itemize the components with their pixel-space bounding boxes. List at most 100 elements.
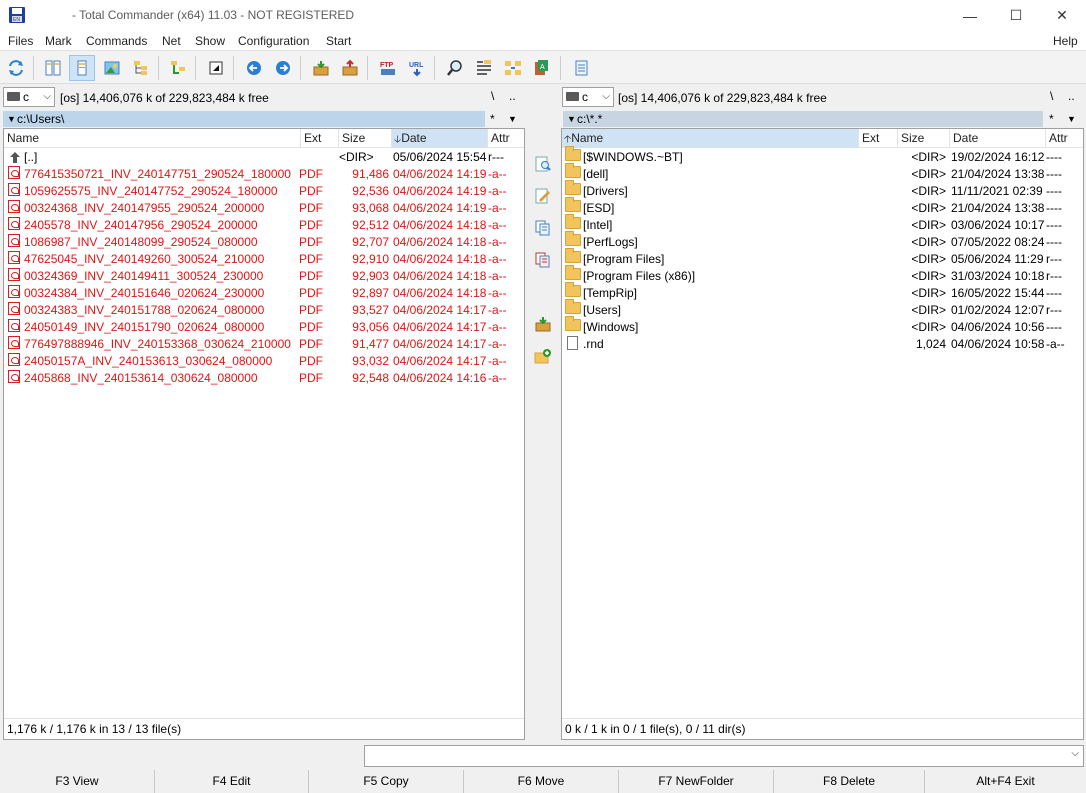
menu-commands[interactable]: Commands — [86, 34, 147, 48]
folder-row[interactable]: [$WINDOWS.~BT] <DIR> 19/02/2024 16:12 ---- — [562, 146, 1083, 166]
left-filter-button[interactable]: * — [490, 111, 495, 127]
folder-row[interactable]: [dell] <DIR> 21/04/2024 13:38 ---- — [562, 163, 1083, 183]
right-drive-select[interactable]: c ⌵ — [562, 87, 614, 107]
folder-row[interactable]: [Intel] <DIR> 03/06/2024 10:17 ---- — [562, 214, 1083, 234]
file-row[interactable]: .rnd 1,024 04/06/2024 10:58 -a-- — [562, 336, 1083, 353]
file-row[interactable]: 47625045_INV_240149260_300524_210000 PDF 9… — [4, 251, 524, 268]
col-date[interactable]: 🡣Date — [392, 129, 488, 148]
edit-file-icon[interactable] — [533, 186, 553, 206]
right-path-bar[interactable]: ▼ c:\*.* — [563, 111, 1043, 127]
file-date: 04/06/2024 14:16 — [393, 371, 487, 385]
forward-icon[interactable] — [270, 55, 296, 81]
right-file-panel[interactable]: 🡡Name Ext Size Date Attr [$WINDOWS.~BT] <… — [561, 128, 1084, 740]
left-root-button[interactable]: \ — [491, 89, 494, 103]
pack-files-icon[interactable] — [533, 314, 553, 334]
move-file-icon[interactable] — [533, 250, 553, 270]
f7-newfolder-button[interactable]: F7 NewFolder — [619, 770, 774, 793]
command-line-input[interactable]: ⌵ — [364, 745, 1084, 767]
view-file-icon[interactable] — [533, 154, 553, 174]
left-up-button[interactable]: .. — [509, 89, 516, 103]
f6-move-button[interactable]: F6 Move — [464, 770, 619, 793]
folder-row[interactable]: [Windows] <DIR> 04/06/2024 10:56 ---- — [562, 316, 1083, 336]
menu-configuration[interactable]: Configuration — [238, 34, 309, 48]
left-hotlist-button[interactable]: ▼ — [508, 111, 517, 127]
menu-files[interactable]: Files — [8, 34, 33, 48]
file-row[interactable]: 1086987_INV_240148099_290524_080000 PDF 92… — [4, 234, 524, 251]
file-row[interactable]: 00324384_INV_240151646_020624_230000 PDF 9… — [4, 285, 524, 302]
invert-selection-icon[interactable] — [203, 55, 229, 81]
right-hotlist-button[interactable]: ▼ — [1067, 111, 1076, 127]
file-row[interactable]: 24050149_INV_240151790_020624_080000 PDF 9… — [4, 319, 524, 336]
file-row[interactable]: 24050157A_INV_240153613_030624_080000 PDF… — [4, 353, 524, 370]
right-filter-button[interactable]: * — [1049, 111, 1054, 127]
file-row[interactable]: 776415350721_INV_240147751_290524_180000… — [4, 166, 524, 183]
folder-row[interactable]: [Drivers] <DIR> 11/11/2021 02:39 ---- — [562, 180, 1083, 200]
history-dropdown-icon[interactable]: ▼ — [7, 111, 16, 127]
file-row[interactable]: 1059625575_INV_240147752_290524_180000 PD… — [4, 183, 524, 200]
f4-edit-button[interactable]: F4 Edit — [155, 770, 309, 793]
file-row[interactable]: 2405868_INV_240153614_030624_080000 PDF 92… — [4, 370, 524, 387]
col-date[interactable]: Date — [950, 129, 1046, 148]
notepad-icon[interactable] — [568, 55, 594, 81]
compare-icon[interactable] — [165, 55, 191, 81]
multi-rename-icon[interactable] — [471, 55, 497, 81]
edit-icon[interactable]: A — [529, 55, 555, 81]
url-icon[interactable]: URL — [404, 55, 430, 81]
left-path-bar[interactable]: ▼ c:\Users\ — [3, 111, 485, 127]
file-row[interactable]: 2405578_INV_240147956_290524_200000 PDF 92… — [4, 217, 524, 234]
col-ext[interactable]: Ext — [301, 129, 339, 148]
col-size[interactable]: Size — [339, 129, 392, 148]
close-button[interactable]: ✕ — [1039, 0, 1085, 31]
brief-view-icon[interactable] — [40, 55, 66, 81]
col-ext[interactable]: Ext — [859, 129, 898, 148]
minimize-button[interactable]: — — [947, 0, 993, 31]
file-row[interactable]: 776497888946_INV_240153368_030624_210000… — [4, 336, 524, 353]
folder-row[interactable]: [TempRip] <DIR> 16/05/2022 15:44 ---- — [562, 282, 1083, 302]
chevron-down-icon[interactable]: ⌵ — [1071, 748, 1079, 759]
new-folder-icon[interactable] — [533, 346, 553, 366]
full-view-icon[interactable] — [69, 55, 95, 81]
file-row[interactable]: 00324368_INV_240147955_290524_200000 PDF 9… — [4, 200, 524, 217]
search-icon[interactable] — [442, 55, 468, 81]
col-attr[interactable]: Attr — [1046, 129, 1085, 148]
left-drive-select[interactable]: c ⌵ — [3, 87, 55, 107]
folder-row[interactable]: [Users] <DIR> 01/02/2024 12:07 r--- — [562, 299, 1083, 319]
pack-icon[interactable] — [308, 55, 334, 81]
tree-icon[interactable] — [128, 55, 154, 81]
sync-dirs-icon[interactable] — [500, 55, 526, 81]
right-root-button[interactable]: \ — [1050, 89, 1053, 103]
svg-text:FTP: FTP — [380, 62, 394, 69]
col-size[interactable]: Size — [898, 129, 950, 148]
col-name[interactable]: Name — [4, 129, 301, 148]
f8-delete-button[interactable]: F8 Delete — [774, 770, 925, 793]
menu-start[interactable]: Start — [326, 34, 351, 48]
file-row[interactable]: 00324383_INV_240151788_020624_080000 PDF 9… — [4, 302, 524, 319]
folder-row[interactable]: [ESD] <DIR> 21/04/2024 13:38 ---- — [562, 197, 1083, 217]
file-row[interactable]: 00324369_INV_240149411_300524_230000 PDF 9… — [4, 268, 524, 285]
copy-file-icon[interactable] — [533, 218, 553, 238]
folder-row[interactable]: [PerfLogs] <DIR> 07/05/2022 08:24 ---- — [562, 231, 1083, 251]
maximize-button[interactable]: ☐ — [993, 0, 1039, 31]
thumbnails-icon[interactable] — [99, 55, 125, 81]
title-bar: EN - Total Commander (x64) 11.03 - NOT R… — [0, 0, 1086, 31]
ftp-icon[interactable]: FTP — [375, 55, 401, 81]
app-icon[interactable]: EN — [8, 6, 26, 24]
col-attr[interactable]: Attr — [488, 129, 526, 148]
folder-row[interactable]: [Program Files (x86)] <DIR> 31/03/2024 10:… — [562, 265, 1083, 285]
altf4-exit-button[interactable]: Alt+F4 Exit — [925, 770, 1086, 793]
col-name[interactable]: 🡡Name — [562, 129, 859, 148]
menu-net[interactable]: Net — [162, 34, 181, 48]
back-icon[interactable] — [241, 55, 267, 81]
history-dropdown-icon[interactable]: ▼ — [567, 111, 576, 127]
right-up-button[interactable]: .. — [1068, 89, 1075, 103]
unpack-icon[interactable] — [337, 55, 363, 81]
f3-view-button[interactable]: F3 View — [0, 770, 155, 793]
menu-show[interactable]: Show — [195, 34, 225, 48]
menu-help[interactable]: Help — [1053, 34, 1078, 48]
refresh-icon[interactable] — [3, 55, 29, 81]
menu-mark[interactable]: Mark — [45, 34, 72, 48]
folder-row[interactable]: [Program Files] <DIR> 05/06/2024 11:29 r--- — [562, 248, 1083, 268]
left-file-panel[interactable]: Name Ext Size 🡣Date Attr [..] <DIR> 05/0… — [3, 128, 525, 740]
f5-copy-button[interactable]: F5 Copy — [309, 770, 464, 793]
parent-dir-row[interactable]: [..] <DIR> 05/06/2024 15:54 r--- — [4, 149, 524, 166]
